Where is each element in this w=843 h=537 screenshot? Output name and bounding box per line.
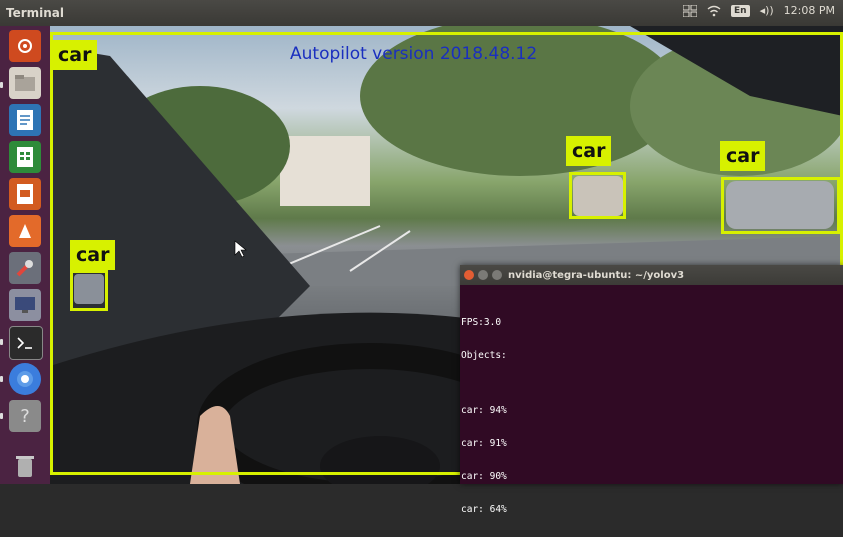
running-indicator bbox=[0, 376, 3, 382]
terminal-title: nvidia@tegra-ubuntu: ~/yolov3 bbox=[508, 269, 685, 281]
terminal-window[interactable]: nvidia@tegra-ubuntu: ~/yolov3 FPS:3.0 Ob… bbox=[460, 265, 843, 515]
terminal-line: car: 94% bbox=[461, 405, 507, 416]
terminal-output[interactable]: FPS:3.0 Objects: car: 94% car: 91% car: … bbox=[460, 285, 843, 537]
ubuntu-dash-icon[interactable] bbox=[9, 30, 41, 62]
terminal-icon[interactable] bbox=[9, 326, 43, 360]
terminal-line: Objects: bbox=[461, 350, 507, 361]
workspace-switcher-icon[interactable] bbox=[683, 4, 697, 17]
close-icon[interactable] bbox=[464, 270, 474, 280]
detection-box bbox=[721, 177, 840, 234]
files-icon[interactable] bbox=[9, 67, 41, 99]
monitor-icon[interactable] bbox=[9, 289, 41, 321]
terminal-line: FPS:3.0 bbox=[461, 317, 502, 328]
detection-box bbox=[70, 270, 108, 311]
terminal-titlebar[interactable]: nvidia@tegra-ubuntu: ~/yolov3 bbox=[460, 265, 843, 285]
chromium-icon[interactable] bbox=[9, 363, 41, 395]
software-center-icon[interactable] bbox=[9, 215, 41, 247]
running-indicator bbox=[0, 413, 3, 419]
system-settings-icon[interactable] bbox=[9, 252, 41, 284]
volume-icon[interactable]: ◂)) bbox=[760, 4, 774, 17]
maximize-icon[interactable] bbox=[492, 270, 502, 280]
calc-icon[interactable] bbox=[9, 141, 41, 173]
window-title: Terminal bbox=[6, 6, 65, 20]
trash-icon[interactable] bbox=[9, 450, 41, 482]
detection-label: car bbox=[52, 40, 98, 70]
detection-label: car bbox=[70, 240, 116, 270]
indicator-area: En ◂)) 12:08 PM bbox=[683, 4, 835, 17]
writer-icon[interactable] bbox=[9, 104, 41, 136]
clock[interactable]: 12:08 PM bbox=[784, 4, 835, 17]
terminal-line: car: 64% bbox=[461, 504, 507, 515]
detection-label: car bbox=[720, 141, 766, 171]
impress-icon[interactable] bbox=[9, 178, 41, 210]
detection-label: car bbox=[566, 136, 612, 166]
launcher: ? bbox=[0, 26, 50, 484]
running-indicator bbox=[0, 339, 3, 345]
keyboard-layout-indicator[interactable]: En bbox=[731, 4, 750, 17]
terminal-line: car: 90% bbox=[461, 471, 507, 482]
top-panel: Terminal En ◂)) 12:08 PM bbox=[0, 0, 843, 26]
detection-box bbox=[569, 172, 626, 219]
minimize-icon[interactable] bbox=[478, 270, 488, 280]
wifi-icon[interactable] bbox=[707, 5, 721, 17]
terminal-line: car: 91% bbox=[461, 438, 507, 449]
running-indicator bbox=[0, 82, 3, 88]
unknown-app-icon[interactable]: ? bbox=[9, 400, 41, 432]
